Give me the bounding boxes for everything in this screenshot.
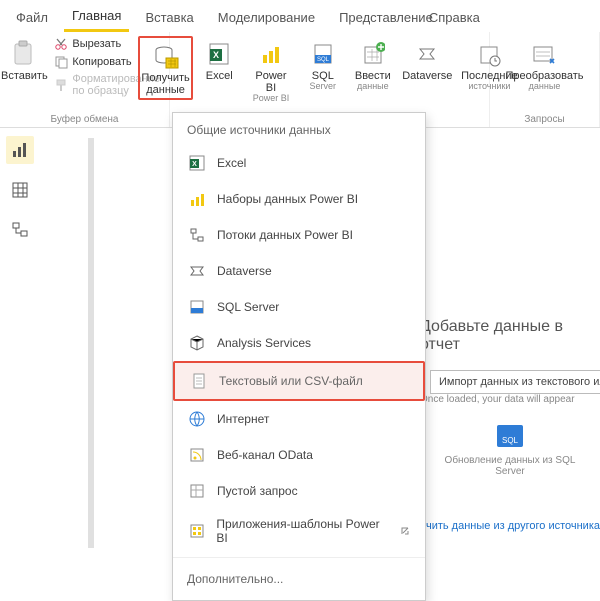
chart-icon <box>11 141 29 159</box>
dd-blank[interactable]: Пустой запрос <box>173 473 425 509</box>
enter-label2: данные <box>357 82 389 92</box>
dd-csv[interactable]: Текстовый или CSV-файл <box>173 361 425 401</box>
transform-label2: данные <box>529 82 561 92</box>
dd-analysis[interactable]: Analysis Services <box>173 325 425 361</box>
dd-odata-label: Веб-канал OData <box>217 448 313 462</box>
svg-text:X: X <box>192 161 197 168</box>
tab-modeling[interactable]: Моделирование <box>210 6 323 31</box>
cube-icon <box>187 333 207 353</box>
canvas-scrollbar[interactable] <box>88 138 94 548</box>
globe-icon <box>187 409 207 429</box>
dd-dataverse[interactable]: Dataverse <box>173 253 425 289</box>
dd-pbi-flows[interactable]: Потоки данных Power BI <box>173 217 425 253</box>
dd-analysis-label: Analysis Services <box>217 336 311 350</box>
sql-icon <box>187 297 207 317</box>
dd-dataverse-label: Dataverse <box>217 264 272 278</box>
tab-file[interactable]: Файл <box>8 6 56 31</box>
svg-text:X: X <box>213 50 219 60</box>
dd-web[interactable]: Интернет <box>173 401 425 437</box>
cut-label: Вырезать <box>72 38 121 50</box>
excel-label: Excel <box>206 70 233 82</box>
dd-csv-label: Текстовый или CSV-файл <box>219 374 363 388</box>
get-data-label2: данные <box>146 84 185 96</box>
svg-text:SQL: SQL <box>317 57 330 63</box>
excel-icon: X <box>187 153 207 173</box>
enter-data-button[interactable]: Ввести данные <box>349 36 397 94</box>
get-data-label1: Получить <box>141 72 189 84</box>
clipboard-group-label: Буфер обмена <box>51 112 119 125</box>
csv-tooltip: Импорт данных из текстового или CSV-файл… <box>430 370 600 394</box>
transform-icon <box>530 38 558 70</box>
powerbi-button[interactable]: Power BI Power BI <box>245 36 297 106</box>
scissors-icon <box>54 37 68 51</box>
paste-button[interactable]: Вставить <box>0 36 48 84</box>
get-data-button[interactable]: Получить данные <box>138 36 193 100</box>
dataverse-icon <box>187 261 207 281</box>
external-link-icon <box>399 525 411 537</box>
paste-icon <box>11 38 37 70</box>
dataflow-icon <box>187 225 207 245</box>
data-view-button[interactable] <box>6 176 34 204</box>
blank-query-icon <box>187 481 207 501</box>
copy-icon <box>54 55 68 69</box>
file-icon <box>189 371 209 391</box>
sql-card-caption: Обновление данных из SQL Server <box>430 455 590 477</box>
pbi-label1: Power BI <box>249 70 293 94</box>
dd-excel-label: Excel <box>217 156 246 170</box>
transform-data-button[interactable]: Преобразовать данные <box>501 36 587 94</box>
model-view-button[interactable] <box>6 216 34 244</box>
excel-icon: X <box>207 38 231 70</box>
canvas-subtitle: Once loaded, your data will appear <box>420 394 600 405</box>
copy-label: Копировать <box>72 56 131 68</box>
queries-group-label: Запросы <box>524 112 564 125</box>
get-data-dropdown: Общие источники данных X Excel Наборы да… <box>172 112 426 601</box>
model-icon <box>11 221 29 239</box>
dd-sql-label: SQL Server <box>217 300 279 314</box>
tab-home[interactable]: Главная <box>64 4 129 32</box>
canvas-title: Добавьте данные в отчет <box>420 318 600 354</box>
dd-sql[interactable]: SQL Server <box>173 289 425 325</box>
paste-label: Вставить <box>1 70 48 82</box>
report-view-button[interactable] <box>6 136 34 164</box>
sql-label2: Server <box>310 82 337 92</box>
dataverse-label: Dataverse <box>402 70 452 82</box>
database-icon <box>152 40 180 72</box>
sql-badge-icon: SQL <box>497 425 523 447</box>
table-icon <box>11 181 29 199</box>
dataverse-icon <box>415 38 439 70</box>
sql-icon: SQL <box>311 38 335 70</box>
feed-icon <box>187 445 207 465</box>
dd-more[interactable]: Дополнительно... <box>173 562 425 596</box>
dataverse-button[interactable]: Dataverse <box>399 36 456 84</box>
enter-data-icon <box>361 38 385 70</box>
sql-button[interactable]: SQL SQL Server <box>299 36 347 94</box>
dd-template-label: Приложения-шаблоны Power BI <box>216 517 389 545</box>
powerbi-icon <box>187 189 207 209</box>
tab-help[interactable]: Справка <box>421 6 488 31</box>
dd-pbi-datasets[interactable]: Наборы данных Power BI <box>173 181 425 217</box>
brush-icon <box>54 78 68 92</box>
excel-button[interactable]: X Excel <box>195 36 243 84</box>
template-icon <box>187 521 206 541</box>
dd-pbi-flows-label: Потоки данных Power BI <box>217 228 353 242</box>
pbi-group-label-sub: Power BI <box>253 94 290 104</box>
other-source-link[interactable]: Получить данные из другого источника <box>400 520 600 532</box>
dd-pbi-datasets-label: Наборы данных Power BI <box>217 192 358 206</box>
dd-web-label: Интернет <box>217 412 269 426</box>
sql-card[interactable]: SQL Обновление данных из SQL Server <box>420 415 600 487</box>
powerbi-icon <box>259 38 283 70</box>
dd-odata[interactable]: Веб-канал OData <box>173 437 425 473</box>
dd-blank-label: Пустой запрос <box>217 484 298 498</box>
tab-insert[interactable]: Вставка <box>137 6 201 31</box>
dd-template-apps[interactable]: Приложения-шаблоны Power BI <box>173 509 425 553</box>
dd-excel[interactable]: X Excel <box>173 145 425 181</box>
dropdown-header: Общие источники данных <box>173 113 425 145</box>
